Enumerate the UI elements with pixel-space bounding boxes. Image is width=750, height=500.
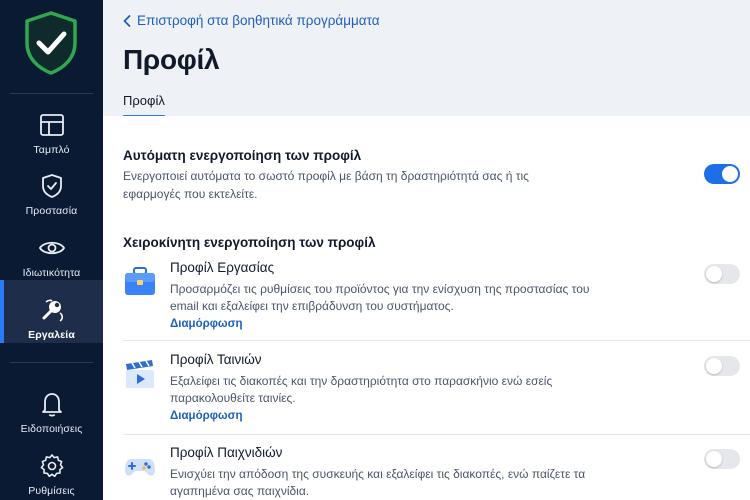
sidebar: Ταμπλό Προστασία Ιδιωτικότητα Εργαλεία Ε… [0, 0, 103, 500]
profile-description: Προσαρμόζει τις ρυθμίσεις του προϊόντος … [170, 282, 590, 313]
briefcase-icon [125, 267, 155, 295]
sidebar-item-dashboard[interactable]: Ταμπλό [0, 95, 103, 156]
page-header: Επιστροφή στα βοηθητικά προγράμματα Προφ… [103, 0, 750, 117]
shield-logo-icon [25, 11, 77, 75]
toggle-knob [706, 358, 722, 374]
profile-description: Εξαλείφει τις διακοπές και την δραστηριό… [170, 374, 553, 405]
gear-icon [38, 452, 66, 480]
movie-profile-toggle[interactable] [704, 356, 740, 376]
profile-description: Ενισχύει την απόδοση της συσκευής και εξ… [170, 467, 586, 498]
gamepad-icon [125, 459, 155, 476]
profile-title: Προφίλ Εργασίας [170, 260, 275, 275]
sidebar-item-label: Εργαλεία [28, 329, 75, 341]
sidebar-item-tools[interactable]: Εργαλεία [0, 280, 103, 343]
bell-icon [38, 390, 66, 418]
sidebar-item-notifications[interactable]: Ειδοποιήσεις [0, 374, 103, 435]
sidebar-item-label: Ειδοποιήσεις [20, 423, 83, 435]
list-item-movie-profile: Προφίλ Ταινιών Εξαλείφει τις διακοπές κα… [123, 352, 750, 422]
main-content: Αυτόματη ενεργοποίηση των προφίλ Ενεργοπ… [103, 116, 750, 500]
shield-check-icon [38, 172, 66, 200]
sidebar-item-label: Ρυθμίσεις [28, 485, 75, 497]
brand-logo [0, 0, 103, 93]
eye-icon [38, 234, 66, 262]
sidebar-item-settings[interactable]: Ρυθμίσεις [0, 436, 103, 497]
manual-activation-title: Χειροκίνητη ενεργοποίηση των προφίλ [123, 235, 376, 250]
tools-icon [38, 296, 66, 324]
sidebar-item-privacy[interactable]: Ιδιωτικότητα [0, 218, 103, 279]
auto-activation-toggle[interactable] [704, 164, 740, 184]
sidebar-divider [10, 93, 93, 94]
sidebar-item-label: Ταμπλό [33, 144, 70, 156]
page-title: Προφίλ [123, 44, 220, 75]
sidebar-item-label: Προστασία [25, 205, 78, 217]
divider [123, 340, 750, 341]
chevron-left-icon [123, 14, 131, 27]
toggle-knob [706, 266, 722, 282]
tab-profiles[interactable]: Προφίλ [123, 93, 165, 117]
configure-link[interactable]: Διαμόρφωση [170, 410, 243, 422]
back-link-label: Επιστροφή στα βοηθητικά προγράμματα [137, 13, 380, 28]
sidebar-item-label: Ιδιωτικότητα [22, 267, 81, 279]
game-profile-toggle[interactable] [704, 449, 740, 469]
auto-activation-title: Αυτόματη ενεργοποίηση των προφίλ [123, 148, 362, 163]
profile-title: Προφίλ Ταινιών [170, 352, 262, 367]
toggle-knob [706, 451, 722, 467]
dashboard-icon [38, 111, 66, 139]
back-link[interactable]: Επιστροφή στα βοηθητικά προγράμματα [123, 13, 380, 28]
configure-link[interactable]: Διαμόρφωση [170, 318, 243, 330]
clapperboard-icon [126, 360, 154, 388]
divider [123, 434, 750, 435]
work-profile-toggle[interactable] [704, 264, 740, 284]
list-item-game-profile: Προφίλ Παιχνιδιών Ενισχύει την απόδοση τ… [123, 445, 750, 500]
auto-activation-description: Ενεργοποιεί αυτόματα το σωστό προφίλ με … [123, 169, 529, 201]
profile-title: Προφίλ Παιχνιδιών [170, 445, 283, 460]
list-item-work-profile: Προφίλ Εργασίας Προσαρμόζει τις ρυθμίσει… [123, 260, 750, 330]
toggle-knob [722, 166, 738, 182]
sidebar-item-protection[interactable]: Προστασία [0, 156, 103, 217]
sidebar-divider [10, 362, 93, 363]
